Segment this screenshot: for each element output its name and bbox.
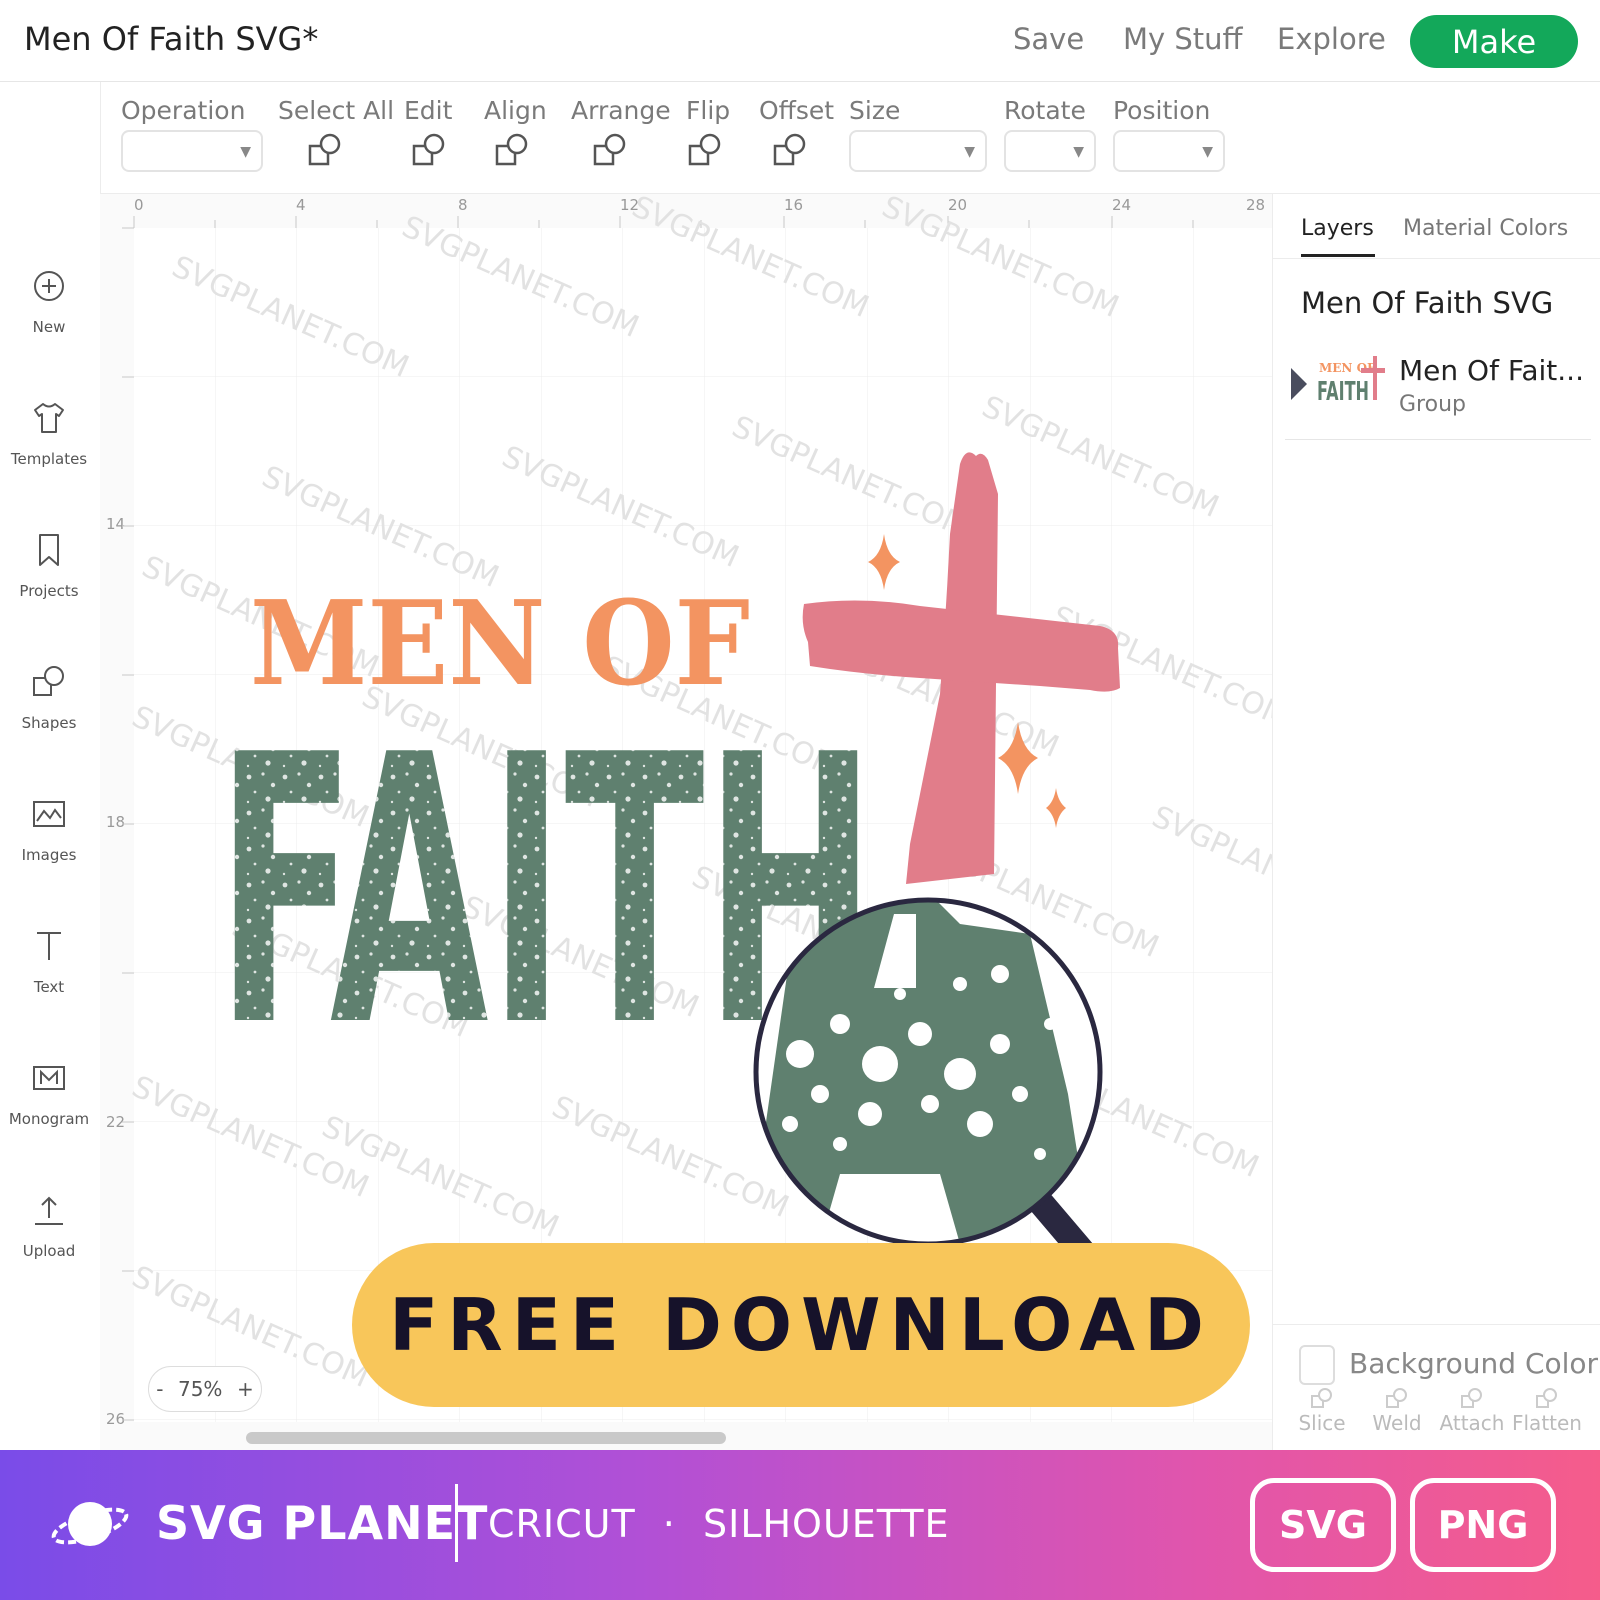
tab-layers[interactable]: Layers xyxy=(1301,216,1374,241)
layer-row[interactable]: MEN OF FAITH Men Of Fait... Group xyxy=(1285,344,1591,440)
brand-name: SVG PLANET xyxy=(156,1496,489,1550)
chevron-down-icon: ▼ xyxy=(1202,144,1213,160)
project-title: Men Of Faith SVG xyxy=(1301,286,1554,320)
expand-caret-icon[interactable] xyxy=(1291,368,1307,400)
layers-panel: Layers Material Colors Men Of Faith SVG … xyxy=(1272,194,1600,1450)
shirt-icon xyxy=(34,403,64,433)
chevron-down-icon: ▼ xyxy=(240,144,251,160)
text-icon xyxy=(37,932,61,960)
sidebar-item-label: Projects xyxy=(19,582,79,600)
offset-icon[interactable] xyxy=(771,132,809,170)
rotate-select[interactable]: ▼ xyxy=(1004,130,1096,172)
zoom-in-button[interactable]: + xyxy=(237,1377,254,1401)
weld-icon xyxy=(1386,1388,1407,1408)
svg-format-button[interactable]: SVG xyxy=(1250,1478,1396,1572)
flatten-button[interactable]: Flatten xyxy=(1512,1387,1582,1435)
sidebar-item-templates[interactable]: Templates xyxy=(0,400,98,468)
top-header: Men Of Faith SVG* Save My Stuff Explore … xyxy=(0,0,1600,82)
slice-button[interactable]: Slice xyxy=(1287,1387,1357,1435)
layer-name: Men Of Fait... xyxy=(1399,354,1584,387)
image-icon xyxy=(33,801,65,827)
monogram-icon xyxy=(33,1066,65,1090)
sidebar-item-label: Shapes xyxy=(21,714,77,732)
position-label: Position xyxy=(1113,96,1211,125)
tab-divider xyxy=(1273,258,1600,259)
edit-icon[interactable] xyxy=(410,132,448,170)
flip-icon[interactable] xyxy=(686,132,724,170)
sidebar-item-projects[interactable]: Projects xyxy=(0,532,98,600)
select-all-icon[interactable] xyxy=(306,132,344,170)
sidebar-item-new[interactable]: New xyxy=(0,268,98,336)
zoom-control: - 75% + xyxy=(148,1366,262,1412)
size-select[interactable]: ▼ xyxy=(849,130,987,172)
save-link[interactable]: Save xyxy=(1013,22,1084,56)
sidebar-item-text[interactable]: Text xyxy=(0,928,98,996)
compatibility-text: CRICUT · SILHOUETTE xyxy=(488,1502,950,1546)
sidebar-item-label: New xyxy=(32,318,66,336)
promo-footer: SVG PLANET CRICUT · SILHOUETTE SVG PNG xyxy=(0,1450,1600,1600)
flip-label: Flip xyxy=(686,96,731,125)
compat-separator: · xyxy=(662,1502,676,1546)
bookmark-icon xyxy=(39,534,59,566)
compat-cricut: CRICUT xyxy=(488,1502,636,1546)
align-icon[interactable] xyxy=(493,132,531,170)
attach-button[interactable]: Attach xyxy=(1437,1387,1507,1435)
sidebar-item-upload[interactable]: Upload xyxy=(0,1192,98,1260)
sidebar-item-label: Upload xyxy=(22,1242,76,1260)
sidebar-item-monogram[interactable]: Monogram xyxy=(0,1060,98,1128)
chevron-down-icon: ▼ xyxy=(1073,144,1084,160)
chevron-down-icon: ▼ xyxy=(964,144,975,160)
background-color-label: Background Color xyxy=(1349,1347,1599,1380)
background-color-checkbox[interactable] xyxy=(1299,1345,1335,1385)
arrange-label: Arrange xyxy=(571,96,671,125)
sidebar-item-images[interactable]: Images xyxy=(0,796,98,864)
my-stuff-link[interactable]: My Stuff xyxy=(1123,22,1243,56)
document-title: Men Of Faith SVG* xyxy=(24,20,319,58)
sidebar-item-shapes[interactable]: Shapes xyxy=(0,664,98,732)
sidebar-item-label: Text xyxy=(33,978,65,996)
tab-material-colors[interactable]: Material Colors xyxy=(1403,216,1568,241)
align-label: Align xyxy=(484,96,547,125)
zoom-level: 75% xyxy=(177,1377,223,1401)
attach-icon xyxy=(1461,1388,1482,1408)
position-select[interactable]: ▼ xyxy=(1113,130,1225,172)
slice-label: Slice xyxy=(1298,1411,1346,1435)
active-tab-indicator xyxy=(1301,254,1375,257)
flatten-icon xyxy=(1536,1388,1557,1408)
upload-icon xyxy=(35,1196,63,1225)
explore-link[interactable]: Explore xyxy=(1277,22,1386,56)
weld-button[interactable]: Weld xyxy=(1362,1387,1432,1435)
arrange-icon[interactable] xyxy=(591,132,629,170)
brand-divider xyxy=(455,1484,458,1562)
edit-label: Edit xyxy=(404,96,453,125)
size-label: Size xyxy=(849,96,901,125)
offset-label: Offset xyxy=(759,96,835,125)
zoom-out-button[interactable]: - xyxy=(156,1377,163,1401)
sidebar-item-label: Images xyxy=(21,846,77,864)
background-color-section: Background Color Slice Weld Attach Flatt… xyxy=(1273,1324,1600,1450)
slice-icon xyxy=(1311,1388,1332,1408)
flatten-label: Flatten xyxy=(1512,1411,1582,1435)
shapes-icon xyxy=(33,666,64,696)
weld-label: Weld xyxy=(1372,1411,1422,1435)
operation-label: Operation xyxy=(121,96,246,125)
thumb-text-bottom: FAITH xyxy=(1317,377,1369,407)
attach-label: Attach xyxy=(1439,1411,1505,1435)
make-button[interactable]: Make xyxy=(1410,15,1578,68)
compat-silhouette: SILHOUETTE xyxy=(702,1502,950,1546)
png-format-button[interactable]: PNG xyxy=(1410,1478,1556,1572)
select-all-label: Select All xyxy=(278,96,395,125)
rotate-label: Rotate xyxy=(1004,96,1086,125)
free-download-button[interactable]: FREE DOWNLOAD xyxy=(352,1243,1250,1407)
layer-type: Group xyxy=(1399,392,1466,417)
planet-logo-icon xyxy=(51,1502,129,1546)
plus-circle-icon xyxy=(34,271,64,301)
layer-thumbnail: MEN OF FAITH xyxy=(1317,356,1385,407)
sidebar-item-label: Templates xyxy=(10,450,88,468)
left-sidebar: New Templates Projects Shapes Images Tex… xyxy=(0,194,98,1450)
horizontal-scrollbar[interactable] xyxy=(246,1432,726,1444)
edit-toolbar: Operation ▼ Select All Edit Align Arrang… xyxy=(100,82,1600,194)
sidebar-item-label: Monogram xyxy=(8,1110,90,1128)
operation-select[interactable]: ▼ xyxy=(121,130,263,172)
